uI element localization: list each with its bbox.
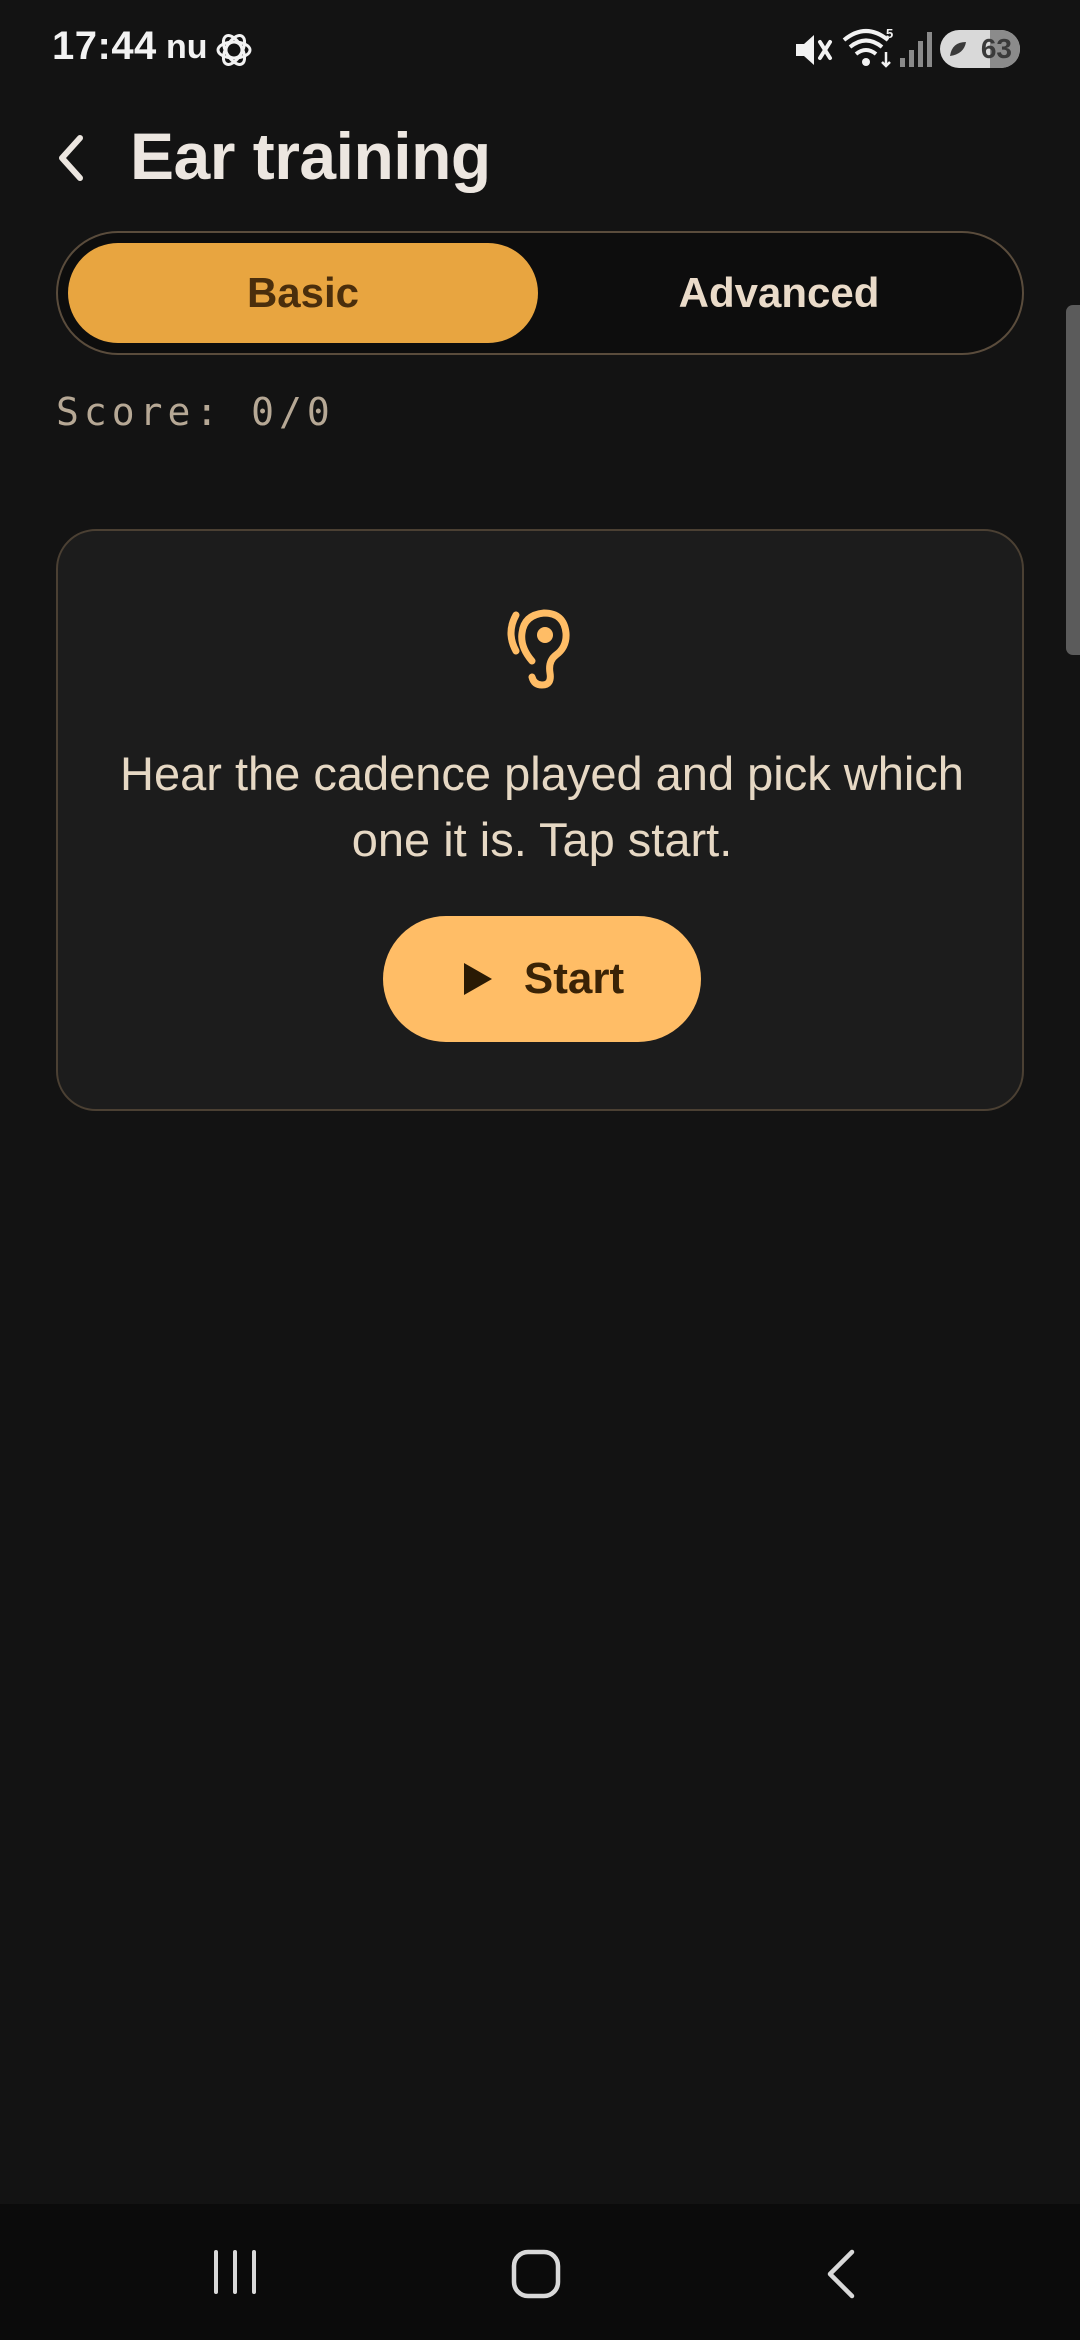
chatgpt-icon bbox=[216, 34, 252, 66]
instruction-text: Hear the cadence played and pick which o… bbox=[120, 747, 964, 866]
start-button[interactable]: Start bbox=[383, 916, 701, 1042]
mute-icon bbox=[796, 35, 832, 65]
tab-advanced[interactable]: Advanced bbox=[544, 243, 1014, 343]
home-icon[interactable] bbox=[510, 2248, 562, 2300]
ear-training-screen: 17:44 nu 5 63 Ear training Basic Advance… bbox=[0, 0, 1080, 2340]
status-bar: 17:44 nu 5 63 bbox=[0, 0, 1080, 100]
start-button-label: Start bbox=[523, 954, 625, 1003]
page-title: Ear training bbox=[130, 119, 491, 193]
mode-segmented-control: Basic Advanced bbox=[56, 231, 1024, 355]
wifi-icon: 5 bbox=[842, 26, 893, 68]
scrollbar[interactable] bbox=[1066, 305, 1080, 655]
status-time: 17:44 bbox=[52, 24, 157, 68]
battery-level: 63 bbox=[980, 33, 1012, 64]
signal-icon bbox=[900, 32, 932, 67]
play-icon bbox=[463, 963, 492, 995]
status-carrier: nu bbox=[166, 28, 208, 66]
back-icon[interactable] bbox=[822, 2248, 862, 2300]
ear-icon bbox=[507, 609, 570, 689]
recent-apps-icon[interactable] bbox=[210, 2248, 260, 2296]
tab-basic[interactable]: Basic bbox=[68, 243, 538, 343]
battery-icon: 63 bbox=[940, 30, 1020, 68]
chevron-left-icon[interactable] bbox=[50, 130, 94, 186]
score-label: Score: 0/0 bbox=[56, 390, 335, 434]
exercise-card: Hear the cadence played and pick which o… bbox=[56, 529, 1024, 1111]
svg-text:5: 5 bbox=[886, 26, 893, 41]
system-nav-bar bbox=[0, 2204, 1080, 2340]
